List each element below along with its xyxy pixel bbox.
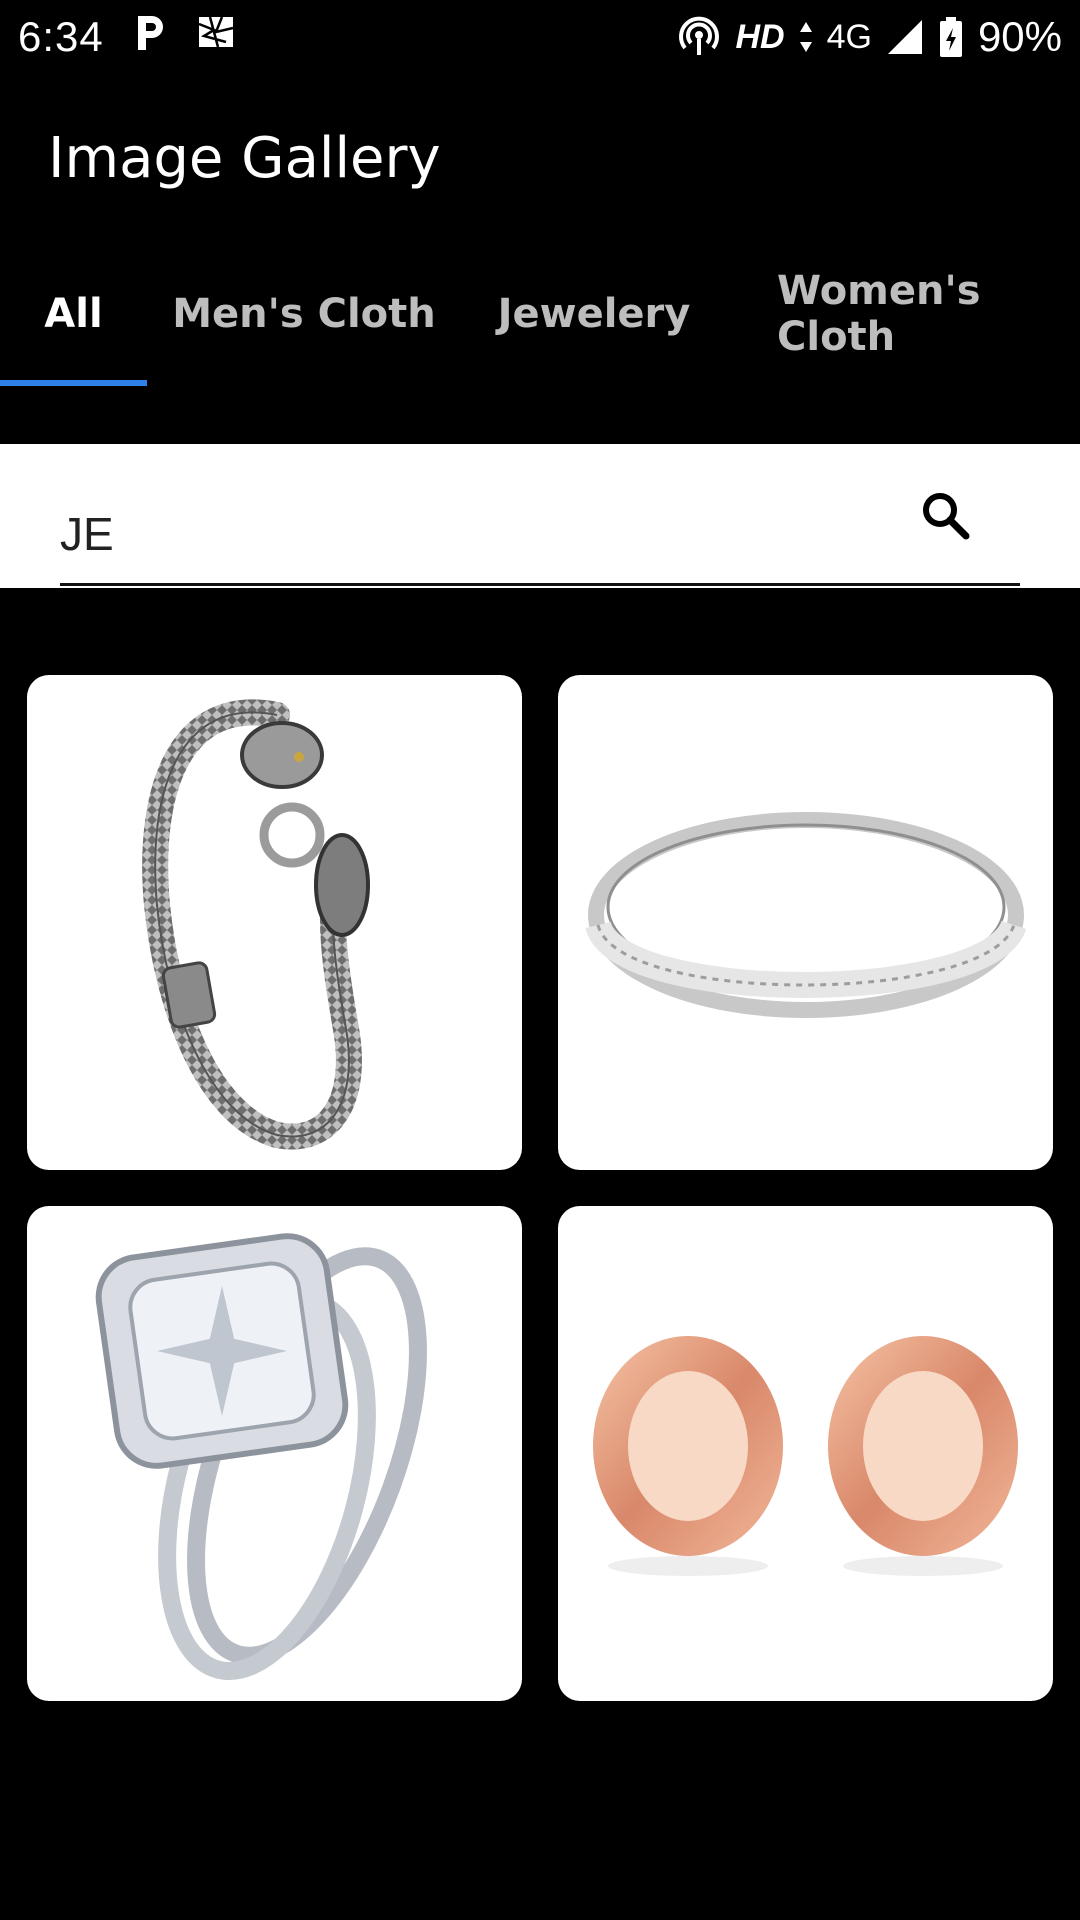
gallery-item-band-ring[interactable] [558, 675, 1053, 1170]
gallery-item-engagement-ring[interactable] [27, 1206, 522, 1701]
data-arrows-icon [799, 20, 813, 54]
status-time: 6:34 [18, 13, 104, 60]
app-bar: Image Gallery [0, 74, 1080, 242]
gallery-item-ear-tunnels[interactable] [558, 1206, 1053, 1701]
tab-all[interactable]: All [0, 242, 147, 386]
hotspot-icon [677, 15, 721, 59]
p-app-icon [132, 12, 168, 62]
signal-icon [886, 18, 924, 56]
bracelet-image [142, 699, 370, 1150]
tab-mens-cloth[interactable]: Men's Cloth [147, 242, 461, 386]
tab-womens-cloth[interactable]: Women's Cloth [727, 242, 1080, 386]
ear-tunnels-image [593, 1336, 1018, 1576]
search-bar [0, 444, 1080, 588]
category-tabs: All Men's Cloth Jewelery Women's Cloth [0, 242, 1080, 386]
search-icon[interactable] [920, 490, 972, 547]
status-bar: 6:34 HD 4G 90% [0, 0, 1080, 74]
hd-label: HD [735, 17, 785, 56]
battery-icon [938, 16, 964, 58]
notification-icon [196, 12, 236, 62]
search-input[interactable] [60, 444, 1020, 586]
band-ring-image [585, 812, 1027, 1018]
battery-percent: 90% [977, 13, 1062, 60]
engagement-ring-image [95, 1233, 427, 1680]
page-title: Image Gallery [48, 125, 441, 191]
network-type: 4G [826, 17, 872, 56]
tab-jewelery[interactable]: Jewelery [461, 242, 727, 386]
gallery-item-bracelet[interactable] [27, 675, 522, 1170]
